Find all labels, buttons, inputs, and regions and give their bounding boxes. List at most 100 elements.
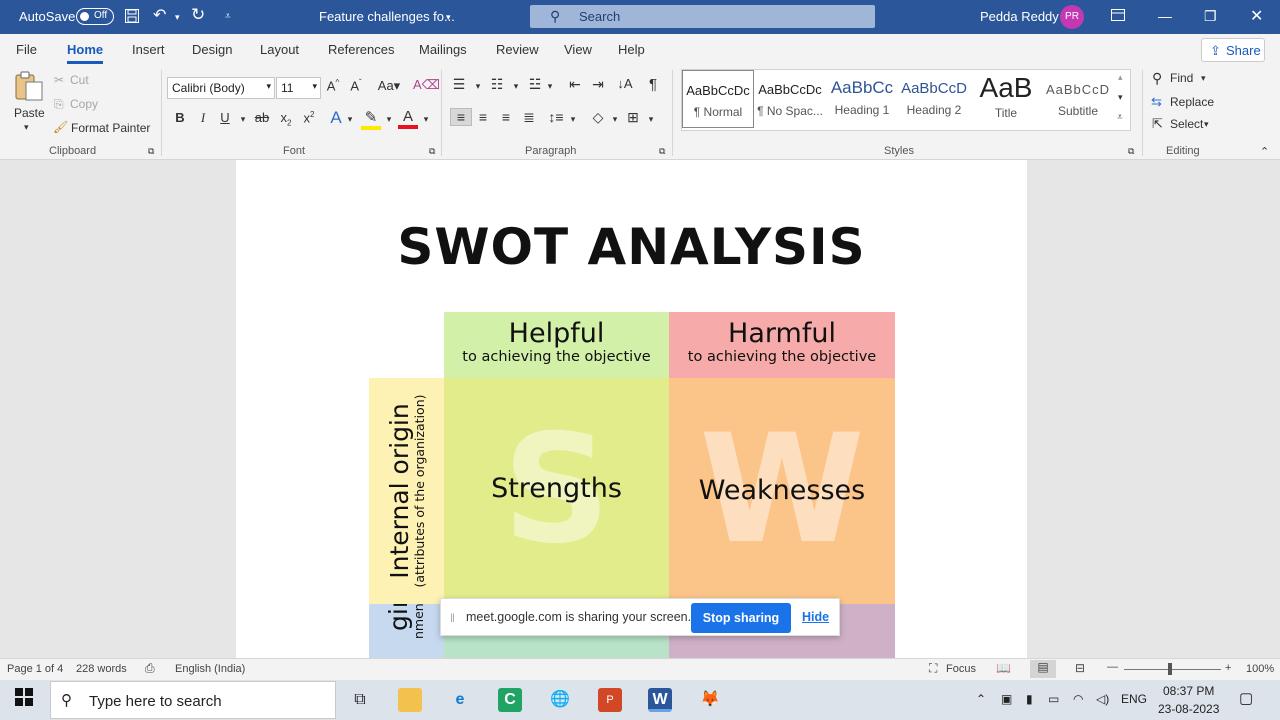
clock-date[interactable]: 23-08-2023 [1158,702,1219,716]
redo-icon[interactable]: ↻ [191,5,205,25]
close-icon[interactable]: ✕ [1250,6,1263,26]
title-dropdown-icon[interactable]: ▾ [446,12,451,23]
multilevel-dropdown-icon[interactable]: ▾ [540,81,560,92]
share-button[interactable]: ⇪ Share [1201,38,1265,62]
format-painter-icon[interactable]: 🖌 [53,120,68,134]
paste-icon[interactable] [13,70,45,101]
user-name[interactable]: Pedda Reddy [980,9,1059,24]
search-box[interactable]: ⚲ Search [530,5,875,28]
drag-handle-icon[interactable]: ‖ [450,611,455,625]
page-count[interactable]: Page 1 of 4 [7,663,63,675]
zoom-slider[interactable] [1124,669,1221,670]
find-button[interactable]: Find [1170,71,1193,85]
copy-button[interactable]: Copy [70,97,98,111]
document-page[interactable]: SWOT ANALYSIS Helpful to achieving the o… [236,160,1027,658]
superscript-icon[interactable]: x2 [299,110,319,125]
styles-more-icon[interactable]: ⩡ [1117,112,1123,123]
tab-insert[interactable]: Insert [132,42,165,57]
styles-launcher-icon[interactable]: ⧉ [1128,146,1134,157]
style-heading-2[interactable]: AaBbCcD Heading 2 [898,70,970,128]
collapse-ribbon-icon[interactable]: ⌃ [1260,145,1269,158]
edge-icon[interactable]: e [448,688,472,712]
firefox-icon[interactable]: 🦊 [698,688,722,712]
globe-app-icon[interactable]: 🌐 [548,688,572,712]
change-case-icon[interactable]: Aa▾ [374,78,404,94]
align-left-icon[interactable]: ≡ [450,108,472,126]
highlight-dropdown-icon[interactable]: ▾ [379,114,399,125]
borders-dropdown-icon[interactable]: ▾ [641,114,661,125]
tab-mailings[interactable]: Mailings [419,42,467,57]
tab-home[interactable]: Home [67,42,104,64]
language-indicator[interactable]: ENG [1121,692,1147,706]
clipboard-launcher-icon[interactable]: ⧉ [148,146,154,157]
decrease-indent-icon[interactable]: ⇤ [565,76,585,93]
print-layout-icon[interactable]: ▤ [1030,660,1056,678]
paragraph-launcher-icon[interactable]: ⧉ [659,146,665,157]
powerpoint-icon[interactable]: P [598,688,622,712]
focus-icon[interactable]: ⛶ [929,661,937,676]
notifications-icon[interactable]: ▢ [1239,689,1253,707]
text-effects-dropdown-icon[interactable]: ▾ [340,114,360,125]
italic-icon[interactable]: I [193,110,213,126]
stop-sharing-button[interactable]: Stop sharing [691,603,791,633]
font-color-dropdown-icon[interactable]: ▾ [416,114,436,125]
minimize-icon[interactable]: — [1158,8,1172,24]
tab-view[interactable]: View [564,42,592,57]
select-icon[interactable]: ⇱ [1152,116,1163,132]
show-formatting-icon[interactable]: ¶ [643,76,663,93]
task-view-icon[interactable]: ⧉ [348,688,372,712]
shading-dropdown-icon[interactable]: ▾ [605,114,625,125]
find-icon[interactable]: ⚲ [1152,70,1162,87]
bullets-dropdown-icon[interactable]: ▾ [468,81,488,92]
format-painter-button[interactable]: Format Painter [71,121,150,135]
font-size-select[interactable]: 11 ▾ [276,77,321,99]
find-dropdown-icon[interactable]: ▾ [1201,73,1206,84]
word-count[interactable]: 228 words [76,663,127,675]
read-mode-icon[interactable]: 📖 [996,661,1011,675]
numbering-icon[interactable]: ☷ [487,76,507,93]
zoom-slider-thumb[interactable] [1168,663,1172,675]
increase-indent-icon[interactable]: ⇥ [588,76,608,93]
strikethrough-icon[interactable]: ab [252,110,272,125]
ribbon-display-options-icon[interactable] [1111,8,1125,24]
battery-icon[interactable]: ▭ [1048,692,1059,706]
align-center-icon[interactable]: ≡ [473,109,493,125]
style-no-spacing[interactable]: AaBbCcDc ¶ No Spac... [754,70,826,128]
meet-icon[interactable]: ▣ [1001,692,1012,706]
zoom-in-icon[interactable]: + [1225,662,1231,674]
taskbar-search-box[interactable]: ⚲ Type here to search [50,681,336,719]
justify-icon[interactable]: ≣ [519,109,539,126]
line-spacing-dropdown-icon[interactable]: ▾ [563,114,583,125]
styles-scroll-up-icon[interactable]: ▴ [1118,72,1123,83]
autosave-toggle[interactable]: Off [76,8,114,25]
font-launcher-icon[interactable]: ⧉ [429,146,435,157]
volume-icon[interactable]: ◁) [1096,692,1109,706]
styles-scroll-down-icon[interactable]: ▾ [1118,92,1123,103]
hide-button[interactable]: Hide [802,610,829,624]
style-title[interactable]: AaB Title [970,70,1042,128]
paste-dropdown-icon[interactable]: ▾ [24,122,29,133]
tab-design[interactable]: Design [192,42,232,57]
avatar[interactable]: PR [1060,5,1084,29]
numbering-dropdown-icon[interactable]: ▾ [506,81,526,92]
underline-dropdown-icon[interactable]: ▾ [233,114,253,125]
clock-time[interactable]: 08:37 PM [1163,684,1214,698]
select-button[interactable]: Select [1170,117,1203,131]
wifi-icon[interactable]: ◠ [1073,692,1083,706]
grow-font-icon[interactable]: A^ [323,78,343,93]
paste-button[interactable]: Paste [14,106,45,120]
show-hidden-icons[interactable]: ⌃ [976,692,986,706]
borders-icon[interactable]: ⊞ [623,109,643,126]
undo-icon[interactable]: ↶ [153,5,166,25]
document-title[interactable]: Feature challenges fo... [319,9,455,24]
proofing-icon[interactable]: ⎙ [145,661,155,676]
font-name-select[interactable]: Calibri (Body) ▾ [167,77,275,99]
word-icon[interactable]: W [648,688,672,712]
camtasia-icon[interactable]: C [498,688,522,712]
tab-review[interactable]: Review [496,42,539,57]
microphone-icon[interactable]: ▮ [1026,692,1033,706]
shrink-font-icon[interactable]: Aˇ [346,78,366,93]
bullets-icon[interactable]: ☰ [449,76,469,93]
tab-file[interactable]: File [16,42,37,57]
windows-start-icon[interactable] [12,688,36,712]
